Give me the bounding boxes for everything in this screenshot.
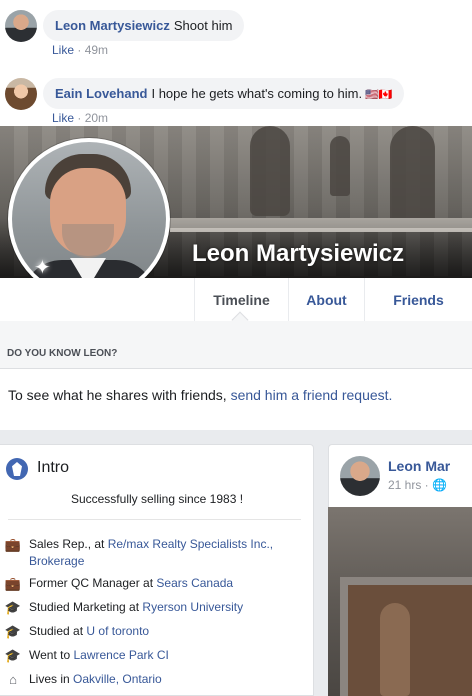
like-link[interactable]: Like <box>52 43 74 57</box>
post-timestamp[interactable]: 21 hrs · 🌐 <box>388 478 447 492</box>
intro-item-prefix: Went to <box>29 648 71 662</box>
intro-item-text: Went to Lawrence Park CI <box>29 647 299 664</box>
intro-item-text: Lives in Oakville, Ontario <box>29 671 299 688</box>
intro-item-text: Former QC Manager at Sears Canada <box>29 575 299 592</box>
friend-request-prompt: To see what he shares with friends, send… <box>0 369 472 429</box>
know-header: DO YOU KNOW LEON? <box>0 321 472 369</box>
intro-item-prefix: Studied at <box>29 624 84 638</box>
post-author-avatar[interactable] <box>340 456 380 496</box>
tab-friends[interactable]: Friends <box>364 278 472 322</box>
comment-time[interactable]: 49m <box>85 43 108 57</box>
divider <box>8 519 301 520</box>
post-image[interactable] <box>328 507 472 696</box>
home-icon: ⌂ <box>9 672 17 687</box>
commenter-avatar[interactable] <box>5 78 37 110</box>
intro-item-prefix: Sales Rep., at <box>29 537 105 551</box>
intro-item-text: Sales Rep., at Re/max Realty Specialists… <box>29 536 299 570</box>
intro-item-prefix: Former QC Manager at <box>29 576 154 590</box>
intro-item-text: Studied at U of toronto <box>29 623 299 640</box>
sculpture-figure <box>390 126 435 226</box>
tab-about[interactable]: About <box>288 278 364 322</box>
intro-item-link[interactable]: U of toronto <box>86 624 149 638</box>
comment-author[interactable]: Leon Martysiewicz <box>55 18 170 33</box>
post-image-figure <box>380 603 410 696</box>
friend-request-label: To see what he shares with friends, <box>8 387 227 403</box>
globe-icon <box>6 458 28 480</box>
briefcase-icon: 💼 <box>4 576 22 591</box>
commenter-avatar[interactable] <box>5 10 37 42</box>
comment-text: Shoot him <box>173 18 233 33</box>
sparkle-icon: ✦ <box>34 257 51 279</box>
briefcase-icon: 💼 <box>4 537 22 552</box>
comment-text: I hope he gets what's coming to him. <box>151 86 363 101</box>
graduation-cap-icon: 🎓 <box>4 648 22 663</box>
comment-time[interactable]: 20m <box>85 111 108 125</box>
photo-beard <box>62 224 114 258</box>
intro-item: 💼 Sales Rep., at Re/max Realty Specialis… <box>4 536 304 570</box>
intro-item-text: Studied Marketing at Ryerson University <box>29 599 299 616</box>
comment-meta: Like · 49m <box>52 43 109 57</box>
intro-item-link[interactable]: Ryerson University <box>142 600 243 614</box>
post-author[interactable]: Leon Mar <box>388 458 472 474</box>
know-header-text: DO YOU KNOW LEON? <box>7 348 118 359</box>
intro-item-prefix: Studied Marketing at <box>29 600 140 614</box>
flag-emojis: 🇺🇸🇨🇦 <box>365 89 393 101</box>
intro-item-link[interactable]: Sears Canada <box>156 576 233 590</box>
sculpture-figure <box>330 136 350 196</box>
comment-meta: Like · 20m <box>52 111 109 125</box>
intro-bio: Successfully selling since 1983 ! <box>70 492 244 506</box>
intro-item-prefix: Lives in <box>29 672 70 686</box>
sculpture-figure <box>250 126 290 216</box>
profile-name[interactable]: Leon Martysiewicz <box>192 240 404 268</box>
like-link[interactable]: Like <box>52 111 74 125</box>
graduation-cap-icon: 🎓 <box>4 624 22 639</box>
graduation-cap-icon: 🎓 <box>4 600 22 615</box>
send-friend-request-link[interactable]: send him a friend request. <box>231 387 393 403</box>
comment-bubble: Eain Lovehand I hope he gets what's comin… <box>43 78 405 109</box>
intro-item-link[interactable]: Oakville, Ontario <box>73 672 162 686</box>
friend-request-text: To see what he shares with friends, send… <box>8 387 392 403</box>
intro-title: Intro <box>37 459 70 476</box>
comment-bubble: Leon Martysiewicz Shoot him <box>43 10 245 41</box>
comment-author[interactable]: Eain Lovehand <box>55 86 147 101</box>
profile-picture[interactable] <box>8 138 170 300</box>
intro-item-link[interactable]: Lawrence Park CI <box>73 648 168 662</box>
